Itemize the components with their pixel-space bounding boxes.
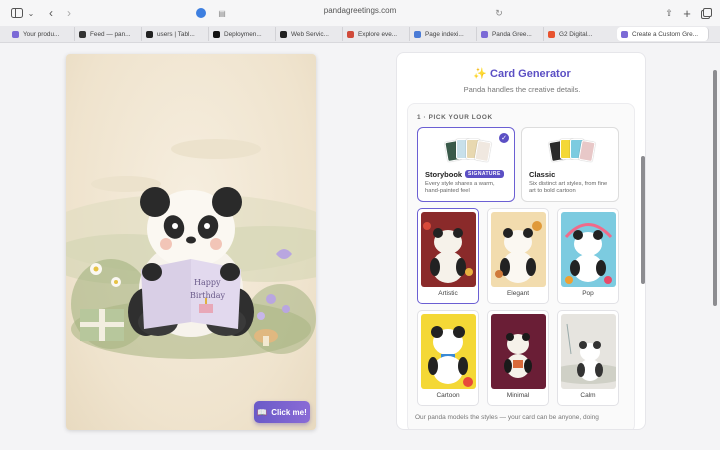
art-style-label: Calm xyxy=(580,392,596,399)
favicon-icon xyxy=(548,30,555,38)
favicon-icon xyxy=(414,30,421,38)
favicon-icon xyxy=(481,30,488,38)
share-icon[interactable]: ⇧ xyxy=(664,5,674,21)
art-style-label: Pop xyxy=(582,290,594,297)
art-style-minimal[interactable]: Minimal xyxy=(487,310,549,406)
url-bar[interactable]: pandagreetings.com xyxy=(0,6,720,15)
favicon-icon xyxy=(213,30,220,38)
art-style-thumbnail xyxy=(491,314,546,389)
reload-icon[interactable]: ↻ xyxy=(494,5,504,21)
style-name: Storybook xyxy=(425,170,463,179)
tab-item[interactable]: Web Servic... xyxy=(276,27,343,41)
favicon-icon xyxy=(146,30,153,38)
tab-item[interactable]: users | Tabl... xyxy=(142,27,209,41)
click-me-button[interactable]: 📖 Click me! xyxy=(254,401,310,423)
art-style-elegant[interactable]: Elegant xyxy=(487,208,549,304)
art-style-thumbnail xyxy=(561,212,616,287)
tab-item[interactable]: Deploymen... xyxy=(209,27,276,41)
classic-thumbnails xyxy=(548,136,596,164)
panda-birthday-illustration: Happy Birthday xyxy=(66,139,316,359)
favicon-icon xyxy=(280,30,287,38)
tab-item[interactable]: Panda Gree... xyxy=(477,27,544,41)
favicon-icon xyxy=(12,30,19,38)
checkmark-icon: ✓ xyxy=(499,133,509,143)
browser-toolbar: ⌄ ‹ › ▤ pandagreetings.com ↻ ⇧ + xyxy=(0,0,720,26)
tab-overview-icon[interactable] xyxy=(700,5,712,21)
tab-item[interactable]: G2 Digital... xyxy=(544,27,611,41)
tab-bar: Your produ... Feed — pan... users | Tabl… xyxy=(0,26,720,43)
new-tab-icon[interactable]: + xyxy=(682,5,692,21)
art-style-label: Elegant xyxy=(506,290,530,297)
book-icon: 📖 xyxy=(257,407,268,417)
storybook-thumbnails xyxy=(444,136,492,164)
favicon-icon xyxy=(347,30,354,38)
book-text-happy: Happy xyxy=(194,278,221,287)
style-picker: 1 · PICK YOUR LOOK ✓ Storybook SIGNATURE… xyxy=(407,103,645,429)
panel-subtitle: Panda handles the creative details. xyxy=(463,85,581,94)
art-style-thumbnail xyxy=(421,212,476,287)
art-style-cartoon[interactable]: Cartoon xyxy=(417,310,479,406)
tab-item[interactable]: Your produ... xyxy=(8,27,75,41)
tab-item[interactable]: Explore eve... xyxy=(343,27,410,41)
tab-item[interactable]: Feed — pan... xyxy=(75,27,142,41)
style-name: Classic xyxy=(529,170,556,179)
style-description: Six distinct art styles, from fine art t… xyxy=(529,181,608,195)
style-description: Every style shares a warm, hand-painted … xyxy=(425,181,495,195)
signature-badge: SIGNATURE xyxy=(465,170,504,178)
favicon-icon xyxy=(621,30,628,38)
favicon-icon xyxy=(79,30,86,38)
art-style-thumbnail xyxy=(491,212,546,287)
style-option-classic[interactable]: Classic Six distinct art styles, from fi… xyxy=(521,127,619,202)
page-scrollbar[interactable] xyxy=(713,70,717,306)
sparkle-icon: ✨ xyxy=(473,68,491,80)
style-option-storybook[interactable]: ✓ Storybook SIGNATURE Every style shares… xyxy=(417,127,515,202)
book-text-birthday: Birthday xyxy=(190,291,226,300)
card-preview: Happy Birthday xyxy=(66,54,316,430)
art-style-label: Artistic xyxy=(438,290,458,297)
art-style-thumbnail xyxy=(561,314,616,389)
art-style-label: Cartoon xyxy=(436,392,460,399)
art-style-pop[interactable]: Pop xyxy=(557,208,619,304)
tab-item-active[interactable]: Create a Custom Gre... xyxy=(617,27,709,41)
panel-title: ✨ Card Generator xyxy=(473,68,571,80)
step-label: 1 · PICK YOUR LOOK xyxy=(417,114,493,121)
footer-note: Our panda models the styles — your card … xyxy=(415,414,599,421)
art-style-calm[interactable]: Calm xyxy=(557,310,619,406)
card-generator-panel: ✨ Card Generator Panda handles the creat… xyxy=(396,52,646,430)
tab-item[interactable]: Page indexi... xyxy=(410,27,477,41)
art-style-artistic[interactable]: Artistic xyxy=(417,208,479,304)
art-style-thumbnail xyxy=(421,314,476,389)
panel-scrollbar[interactable] xyxy=(641,156,645,284)
art-style-label: Minimal xyxy=(506,392,530,399)
